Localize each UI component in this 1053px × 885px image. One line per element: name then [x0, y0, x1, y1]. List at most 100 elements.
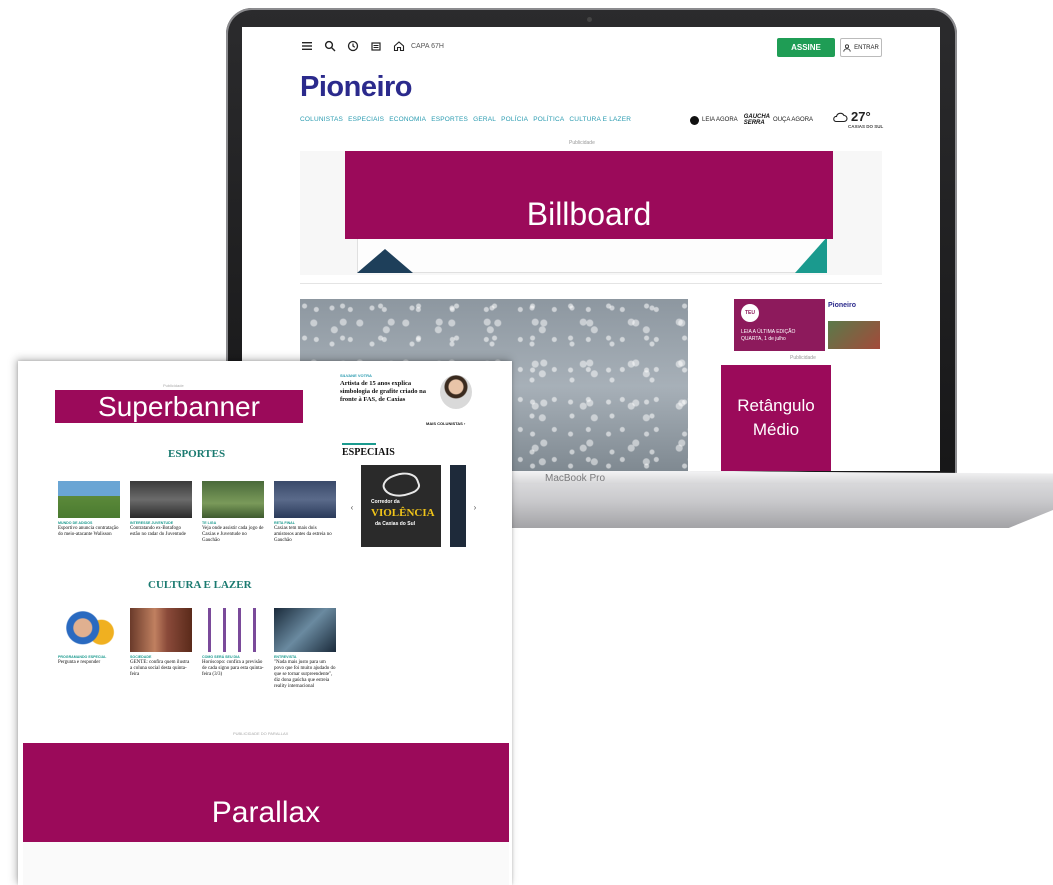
- card-thumb: [274, 481, 336, 518]
- columnist-avatar: [440, 375, 472, 409]
- promo-line-2: QUARTA, 1 de julho: [741, 336, 786, 342]
- divider: [300, 283, 882, 284]
- mais-colunistas-label: MAIS COLUNISTAS: [426, 421, 463, 426]
- ouca-agora-link[interactable]: GAUCHA SERRA OUÇA AGORA: [744, 114, 813, 126]
- zodiac-symbols-thumb: [202, 608, 264, 652]
- site-logo[interactable]: Pioneiro: [300, 71, 413, 104]
- entrar-button[interactable]: ENTRAR: [840, 38, 882, 57]
- publicidade-label: Publicidade: [569, 140, 595, 146]
- cultura-title[interactable]: CULTURA E LAZER: [148, 579, 252, 591]
- card-title: Pergunta e responder: [58, 660, 101, 665]
- capa-label[interactable]: CAPA 67H: [411, 43, 444, 50]
- retangulo-medio-label: Retângulo Médio: [721, 365, 831, 471]
- columnist-block[interactable]: SILVANE VOTRA Artista de 15 anos explica…: [340, 373, 505, 426]
- weather-widget[interactable]: 27°: [832, 109, 871, 124]
- mobile-page: Publicidade Superbanner SILVANE VOTRA Ar…: [18, 361, 512, 885]
- columnist-title[interactable]: Artista de 15 anos explica simbologia de…: [340, 380, 440, 404]
- laptop-brand: MacBook Pro: [545, 473, 606, 484]
- especiais-card-line-2: VIOLÊNCIA: [371, 507, 435, 519]
- billboard-label: Billboard: [345, 151, 833, 239]
- card-title: GENTE: confira quem ilustra a coluna soc…: [130, 660, 190, 677]
- promo-cover: Pioneiro: [825, 299, 882, 351]
- card-kicker: PROGRAMANDO ESPECIAL: [58, 655, 107, 659]
- promo-cover-logo: Pioneiro: [828, 302, 857, 309]
- esportes-card-4[interactable]: RETA FINAL Caxias tem mais dois amistoso…: [274, 481, 336, 544]
- mais-colunistas-link[interactable]: MAIS COLUNISTAS ›: [426, 421, 465, 426]
- esportes-card-1[interactable]: MUNDO DE ADIDOS Esportivo anuncia contra…: [58, 481, 120, 538]
- especiais-card-line-1: Corredor da: [371, 499, 400, 505]
- esportes-title[interactable]: ESPORTES: [168, 448, 225, 460]
- nav-item-especiais[interactable]: ESPECIAIS: [348, 116, 384, 123]
- main-nav: COLUNISTAS ESPECIAIS ECONOMIA ESPORTES G…: [300, 116, 631, 123]
- card-kicker: SOCIEDADE: [130, 655, 152, 659]
- media-links: LEIA AGORA GAUCHA SERRA OUÇA AGORA: [690, 114, 813, 126]
- card-kicker: TE LIGA: [202, 521, 217, 525]
- especiais-card-next[interactable]: [450, 465, 466, 547]
- card-thumb: [202, 481, 264, 518]
- nav-item-economia[interactable]: ECONOMIA: [389, 116, 426, 123]
- edition-promo[interactable]: TEU LEIA A ÚLTIMA EDIÇÃO QUARTA, 1 de ju…: [734, 299, 882, 351]
- card-title: Contratando ex-Botafogo estão no radar d…: [130, 526, 186, 537]
- nav-item-colunistas[interactable]: COLUNISTAS: [300, 116, 343, 123]
- home-icon[interactable]: [392, 39, 406, 53]
- card-kicker: RETA FINAL: [274, 521, 295, 525]
- nav-item-cultura[interactable]: CULTURA E LAZER: [569, 116, 631, 123]
- nav-item-policia[interactable]: POLÍCIA: [501, 116, 528, 123]
- promo-cover-photo: [828, 321, 880, 349]
- menu-icon[interactable]: [300, 39, 314, 53]
- carousel-next-button[interactable]: ›: [470, 499, 480, 515]
- card-kicker: ENTREVISTA: [274, 655, 297, 659]
- publicidade-label-2: Publicidade: [790, 355, 816, 361]
- card-title: Veja onde assistir cada jogo de Caxias e…: [202, 526, 264, 543]
- leia-agora-label: LEIA AGORA: [702, 117, 738, 123]
- user-icon: [843, 43, 851, 52]
- card-thumb: [274, 608, 336, 652]
- ad-triangle-right: [795, 237, 827, 273]
- card-kicker: COMO SERÁ SEU DIA: [202, 655, 240, 659]
- especiais-card[interactable]: Corredor da VIOLÊNCIA da Caxias do Sul: [361, 465, 441, 547]
- search-icon[interactable]: [323, 39, 337, 53]
- cultura-card-3[interactable]: COMO SERÁ SEU DIA Horóscopo: confira a p…: [202, 608, 264, 678]
- columnist-kicker: SILVANE VOTRA: [340, 373, 372, 378]
- gaucha-logo-bottom: SERRA: [743, 120, 765, 126]
- card-thumb: [130, 481, 192, 518]
- card-kicker: MUNDO DE ADIDOS: [58, 521, 93, 525]
- card-thumb: [58, 481, 120, 518]
- especiais-title[interactable]: ESPECIAIS: [342, 447, 395, 458]
- assine-button[interactable]: ASSINE: [777, 38, 835, 57]
- top-bar: CAPA 67H: [300, 39, 444, 53]
- card-title: "Nada mais justo para um povo que foi mu…: [274, 660, 336, 689]
- nav-item-politica[interactable]: POLÍTICA: [533, 116, 564, 123]
- superbanner-label: Superbanner: [55, 390, 303, 423]
- nav-item-geral[interactable]: GERAL: [473, 116, 496, 123]
- card-title: Esportivo anuncia contratação do meio-at…: [58, 526, 119, 537]
- ad-triangle-left: [357, 249, 413, 273]
- weather-city: CAXIAS DO SUL: [848, 124, 884, 129]
- esportes-card-3[interactable]: TE LIGA Veja onde assistir cada jogo de …: [202, 481, 264, 544]
- carousel-prev-button[interactable]: ‹: [347, 499, 357, 515]
- clock-icon[interactable]: [346, 39, 360, 53]
- mobile-page-footer: [23, 842, 509, 885]
- newspaper-icon[interactable]: [369, 39, 383, 53]
- card-kicker: INTERESSE JUVENTUDE: [130, 521, 174, 525]
- nav-item-esportes[interactable]: ESPORTES: [431, 116, 468, 123]
- pioneiro-mark-icon: [690, 115, 699, 125]
- promo-badge: TEU: [741, 304, 759, 322]
- cultura-card-2[interactable]: SOCIEDADE GENTE: confira quem ilustra a …: [130, 608, 192, 678]
- especiais-accent-bar: [342, 443, 376, 445]
- ouca-agora-label: OUÇA AGORA: [773, 117, 814, 123]
- laptop-camera: [587, 17, 592, 22]
- leia-agora-link[interactable]: LEIA AGORA: [690, 115, 738, 125]
- chalk-outline-figure: [379, 467, 423, 503]
- gaucha-logo: GAUCHA SERRA: [744, 114, 770, 126]
- cultura-card-4[interactable]: ENTREVISTA "Nada mais justo para um povo…: [274, 608, 336, 690]
- card-thumb: [130, 608, 192, 652]
- mobile-publicidade-top: Publicidade: [163, 383, 184, 388]
- promo-text: LEIA A ÚLTIMA EDIÇÃO QUARTA, 1 de julho: [741, 329, 795, 343]
- esportes-card-2[interactable]: INTERESSE JUVENTUDE Contratando ex-Botaf…: [130, 481, 192, 538]
- card-title: Horóscopo: confira a previsão de cada si…: [202, 660, 264, 677]
- temperature: 27°: [851, 109, 871, 124]
- cultura-card-1[interactable]: PROGRAMANDO ESPECIAL Pergunta e responde…: [58, 608, 120, 666]
- cloud-icon: [833, 112, 848, 122]
- parallax-label: Parallax: [23, 743, 509, 842]
